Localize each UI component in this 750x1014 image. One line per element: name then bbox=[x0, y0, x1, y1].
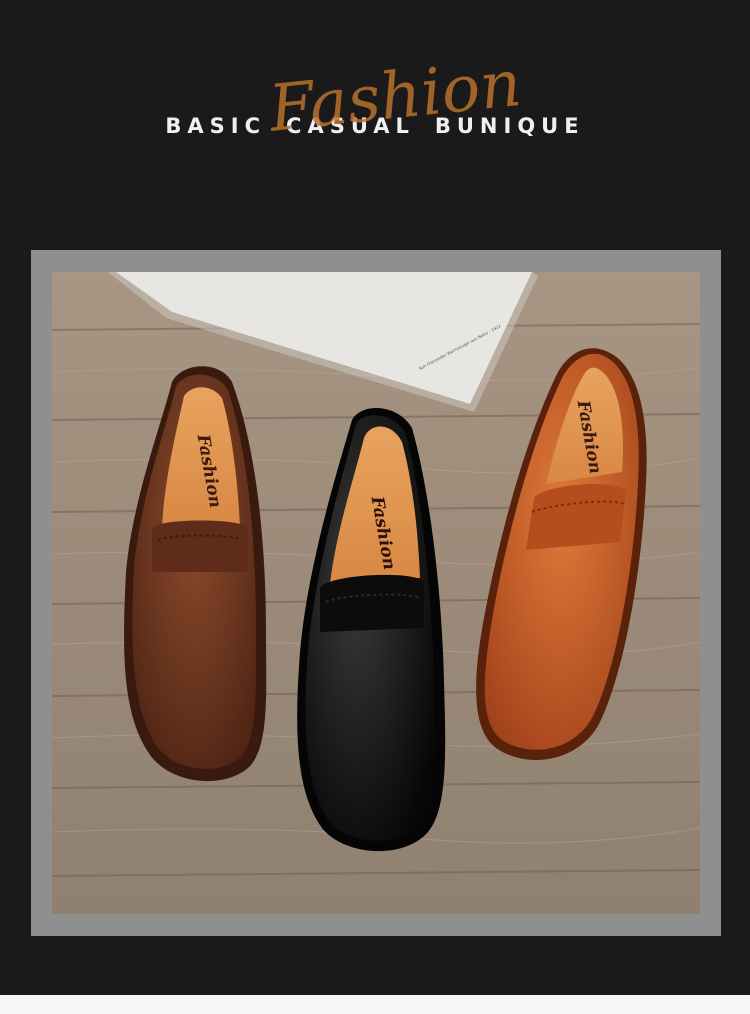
headline: BASIC CASUAL BUNIQUE bbox=[0, 96, 750, 156]
product-photo-illustration: Kuh Glanzleder Warmezuger aus Natur - 19… bbox=[52, 272, 700, 914]
headline-word-casual: CASUAL bbox=[286, 114, 415, 138]
headline-word-basic: BASIC bbox=[165, 114, 267, 138]
headline-word-bunique: BUNIQUE bbox=[434, 114, 585, 138]
product-photo: Kuh Glanzleder Warmezuger aus Natur - 19… bbox=[52, 272, 700, 914]
bottom-strip bbox=[0, 995, 750, 1014]
hero-banner: BASIC CASUAL BUNIQUE Fashion Kuh Glanzle… bbox=[0, 0, 750, 995]
